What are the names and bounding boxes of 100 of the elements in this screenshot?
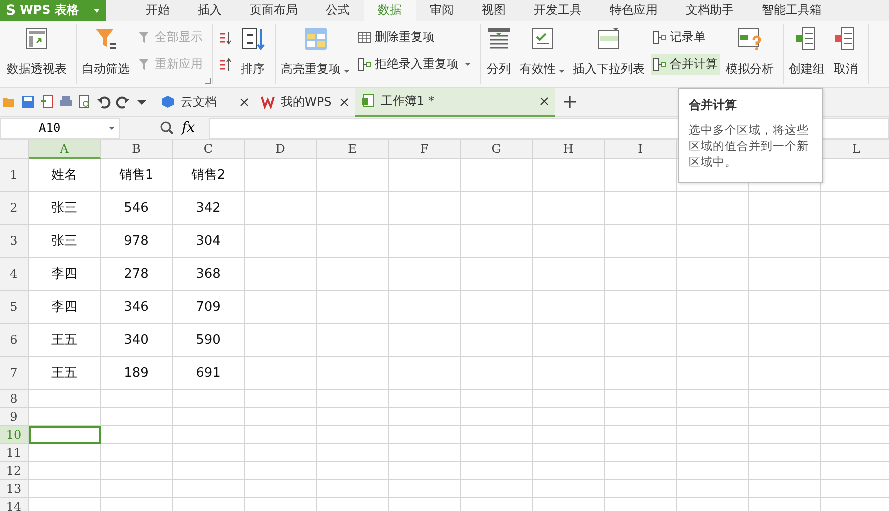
row-header[interactable]: 14 <box>0 498 29 511</box>
add-tab-icon[interactable] <box>563 95 577 109</box>
ribbon-button[interactable]: 分列 <box>484 24 514 84</box>
column-header[interactable]: E <box>317 140 389 159</box>
row-header[interactable]: 6 <box>0 324 29 357</box>
menu-tab[interactable]: 开发工具 <box>520 0 596 21</box>
table-cell <box>461 480 533 498</box>
document-tab[interactable]: 云文档 <box>155 88 255 116</box>
menu-tab[interactable]: 数据 <box>364 0 416 21</box>
zoom-icon[interactable] <box>160 121 174 135</box>
menu-tab[interactable]: 开始 <box>132 0 184 21</box>
row-header[interactable]: 7 <box>0 357 29 390</box>
ribbon-button[interactable]: 插入下拉列表 <box>571 24 647 84</box>
menu-tab[interactable]: 页面布局 <box>236 0 312 21</box>
table-cell <box>533 426 605 444</box>
table-cell <box>389 426 461 444</box>
menu-tab[interactable]: 智能工具箱 <box>748 0 836 21</box>
table-cell: 346 <box>101 291 173 324</box>
menu-tab[interactable]: 视图 <box>468 0 520 21</box>
table-cell <box>317 258 389 291</box>
table-cell <box>173 390 245 408</box>
ribbon-button[interactable]: 排序 <box>238 24 268 84</box>
table-cell <box>677 357 749 390</box>
row-header[interactable]: 12 <box>0 462 29 480</box>
table-cell <box>245 480 317 498</box>
row-header[interactable]: 4 <box>0 258 29 291</box>
column-header[interactable]: H <box>533 140 605 159</box>
table-cell <box>245 390 317 408</box>
column-header[interactable]: I <box>605 140 677 159</box>
filter-icon <box>93 26 119 52</box>
row-header[interactable]: 11 <box>0 444 29 462</box>
export-icon[interactable] <box>40 95 54 109</box>
table-cell <box>461 258 533 291</box>
table-cell <box>461 444 533 462</box>
close-icon[interactable] <box>340 98 349 106</box>
table-cell <box>245 324 317 357</box>
pivot-table-icon <box>24 26 50 52</box>
row-header[interactable]: 1 <box>0 159 29 192</box>
column-header[interactable]: C <box>173 140 245 159</box>
caret-icon[interactable] <box>344 70 350 73</box>
ribbon-button[interactable]: 记录单 <box>651 27 720 48</box>
table-cell <box>677 444 749 462</box>
menu-tab[interactable]: 公式 <box>312 0 364 21</box>
table-cell <box>749 324 821 357</box>
ribbon-button[interactable]: 删除重复项 <box>356 27 473 48</box>
print-icon[interactable] <box>59 95 73 109</box>
row-header[interactable]: 13 <box>0 480 29 498</box>
ribbon-button[interactable]: 模拟分析 <box>724 24 776 84</box>
ribbon-button[interactable]: 有效性 <box>518 24 567 84</box>
table-cell <box>173 426 245 444</box>
name-box[interactable]: A10 <box>0 118 120 138</box>
ribbon-button[interactable]: 取消 <box>831 24 861 84</box>
row-header[interactable]: 9 <box>0 408 29 426</box>
caret-icon[interactable] <box>465 63 471 66</box>
row-header[interactable]: 3 <box>0 225 29 258</box>
ribbon-button[interactable]: 拒绝录入重复项 <box>356 54 473 75</box>
menu-tab[interactable]: 文档助手 <box>672 0 748 21</box>
document-tab[interactable]: 工作簿1 * <box>355 88 555 116</box>
menu-tab[interactable]: 插入 <box>184 0 236 21</box>
table-cell <box>317 192 389 225</box>
column-header[interactable]: F <box>389 140 461 159</box>
table-cell <box>677 462 749 480</box>
table-cell <box>461 408 533 426</box>
close-icon[interactable] <box>240 98 249 106</box>
ribbon-button[interactable]: 自动筛选 <box>80 24 132 84</box>
menu-tab[interactable]: 特色应用 <box>596 0 672 21</box>
row-header[interactable]: 5 <box>0 291 29 324</box>
ribbon-button[interactable]: 合并计算 <box>651 54 720 75</box>
undo-icon[interactable] <box>97 95 111 109</box>
table-cell <box>749 192 821 225</box>
table-cell <box>461 225 533 258</box>
table-cell <box>605 159 677 192</box>
save-icon[interactable] <box>21 95 35 109</box>
row-header[interactable]: 8 <box>0 390 29 408</box>
table-cell <box>317 357 389 390</box>
table-cell <box>245 408 317 426</box>
table-cell <box>677 408 749 426</box>
column-header[interactable]: B <box>101 140 173 159</box>
table-cell <box>533 192 605 225</box>
function-button[interactable]: fx <box>182 120 196 136</box>
selected-cell[interactable] <box>29 426 101 444</box>
dialog-launcher[interactable] <box>205 78 211 84</box>
redo-icon[interactable] <box>116 95 130 109</box>
column-header[interactable]: L <box>821 140 889 159</box>
close-icon[interactable] <box>540 96 549 106</box>
print-preview-icon[interactable] <box>78 95 92 109</box>
ribbon-button[interactable]: 创建组 <box>787 24 827 84</box>
ribbon-button[interactable]: 数据透视表 <box>5 24 69 84</box>
table-cell <box>749 258 821 291</box>
table-cell <box>101 408 173 426</box>
table-cell <box>245 291 317 324</box>
ribbon-button[interactable]: 高亮重复项 <box>279 24 352 84</box>
table-cell <box>389 159 461 192</box>
table-cell: 709 <box>173 291 245 324</box>
document-tab[interactable]: 我的WPS <box>255 88 355 116</box>
column-header[interactable]: D <box>245 140 317 159</box>
row-header[interactable]: 2 <box>0 192 29 225</box>
column-header[interactable]: G <box>461 140 533 159</box>
menu-tab[interactable]: 审阅 <box>416 0 468 21</box>
caret-icon[interactable] <box>559 70 565 73</box>
